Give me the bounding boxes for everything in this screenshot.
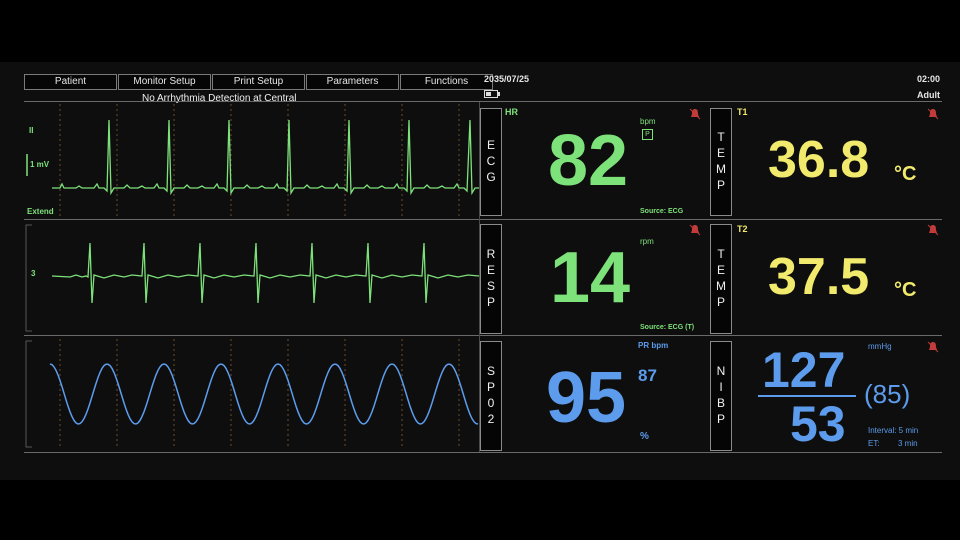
menu-parameters[interactable]: Parameters	[306, 74, 399, 90]
alarm-off-icon[interactable]	[927, 341, 939, 353]
resp-parameter-box[interactable]: RESP	[480, 224, 502, 334]
divider	[24, 335, 942, 336]
divider	[479, 102, 480, 452]
spo2-waveform	[25, 339, 479, 449]
divider	[24, 452, 942, 453]
t1-value: 36.8	[768, 131, 870, 189]
hr-source: Source: ECG	[640, 208, 684, 215]
spo2-value: 95	[546, 358, 627, 438]
pace-indicator: P	[642, 129, 653, 140]
resp-unit: rpm	[640, 237, 654, 246]
date-display: 2035/07/25	[484, 74, 530, 84]
menu-bar: Patient Monitor Setup Print Setup Parame…	[24, 74, 494, 90]
ecg-scale-label: 1 mV	[30, 160, 50, 169]
ecg-mode-label: Extend	[27, 207, 54, 216]
nibp-parameter-box[interactable]: NIBP	[710, 341, 732, 451]
ecg-parameter-box[interactable]: ECG	[480, 108, 502, 216]
nibp-systolic: 127	[762, 342, 846, 398]
menu-monitor-setup[interactable]: Monitor Setup	[118, 74, 211, 90]
alarm-off-icon[interactable]	[689, 224, 701, 236]
hr-label: HR	[505, 107, 518, 117]
nibp-unit: mmHg	[868, 342, 892, 351]
battery-icon	[484, 90, 500, 98]
ecg-waveform	[26, 104, 479, 216]
temp1-parameter-box[interactable]: TEMP	[710, 108, 732, 216]
menu-patient[interactable]: Patient	[24, 74, 117, 90]
arrhythmia-status: No Arrhythmia Detection at Central	[142, 93, 297, 104]
nibp-diastolic: 53	[790, 396, 846, 452]
divider	[24, 101, 942, 102]
nibp-mean: (85)	[864, 379, 911, 409]
temp2-parameter-box[interactable]: TEMP	[710, 224, 732, 334]
menu-print-setup[interactable]: Print Setup	[212, 74, 305, 90]
ecg-lead-label: II	[29, 126, 34, 135]
spo2-parameter-box[interactable]: SP02	[480, 341, 502, 451]
t1-label: T1	[737, 107, 748, 117]
resp-source: Source: ECG (T)	[640, 324, 695, 331]
pr-label: PR bpm	[638, 341, 669, 350]
t2-label: T2	[737, 224, 748, 234]
t2-unit: °C	[894, 279, 917, 301]
spo2-unit: %	[640, 431, 649, 442]
hr-value: 82	[548, 121, 629, 201]
t1-unit: °C	[894, 163, 917, 185]
alarm-off-icon[interactable]	[927, 108, 939, 120]
divider	[24, 219, 942, 220]
pr-value: 87	[638, 366, 657, 385]
alarm-off-icon[interactable]	[927, 224, 939, 236]
nibp-et-value: 3 min	[898, 439, 918, 448]
menu-functions[interactable]: Functions	[400, 74, 493, 90]
patient-type: Adult	[917, 90, 940, 100]
t2-value: 37.5	[768, 248, 870, 306]
alarm-off-icon[interactable]	[689, 108, 701, 120]
hr-unit: bpm	[640, 117, 656, 126]
time-display: 02:00	[916, 74, 940, 84]
resp-value: 14	[550, 238, 631, 318]
monitor-screen: Patient Monitor Setup Print Setup Parame…	[0, 62, 960, 480]
nibp-et-label: ET:	[868, 439, 880, 448]
resp-gain-label: 3	[31, 269, 36, 278]
nibp-interval: Interval: 5 min	[868, 426, 919, 435]
resp-waveform	[25, 224, 479, 332]
